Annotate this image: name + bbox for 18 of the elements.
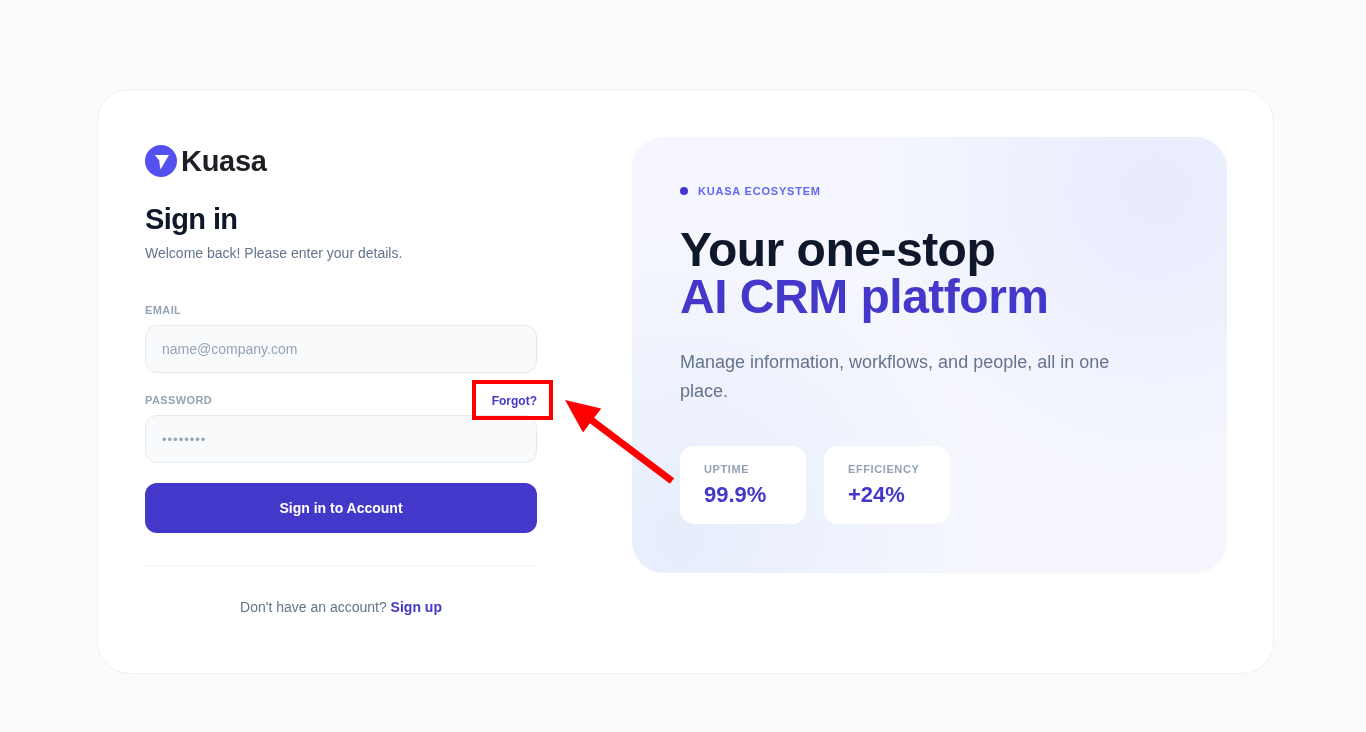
brand-name: Kuasa (181, 145, 267, 177)
stat-label: EFFICIENCY (848, 462, 920, 476)
signup-link[interactable]: Sign up (390, 599, 442, 615)
stat-label: UPTIME (704, 462, 750, 476)
field-label: PASSWORD (145, 394, 213, 406)
field-label: EMAIL (145, 304, 182, 316)
sign-in-button[interactable]: Sign in to Account (145, 483, 537, 533)
signup-prompt: Don't have an account? Sign up (239, 598, 443, 617)
logo-icon (145, 145, 177, 177)
email-field[interactable]: name@company.com (145, 325, 537, 373)
page-title: Sign in (145, 202, 239, 237)
stat-value: +24% (848, 482, 905, 508)
eyebrow-label: KUASA ECOSYSTEM (698, 185, 821, 197)
dot-icon (680, 187, 688, 195)
description: Manage information, workflows, and people, all in one place. (680, 351, 1111, 403)
forgot-password-link[interactable]: Forgot? (491, 393, 537, 408)
stat-value: 99.9% (704, 482, 767, 508)
subtitle: Welcome back! Please enter your details. (145, 244, 404, 263)
